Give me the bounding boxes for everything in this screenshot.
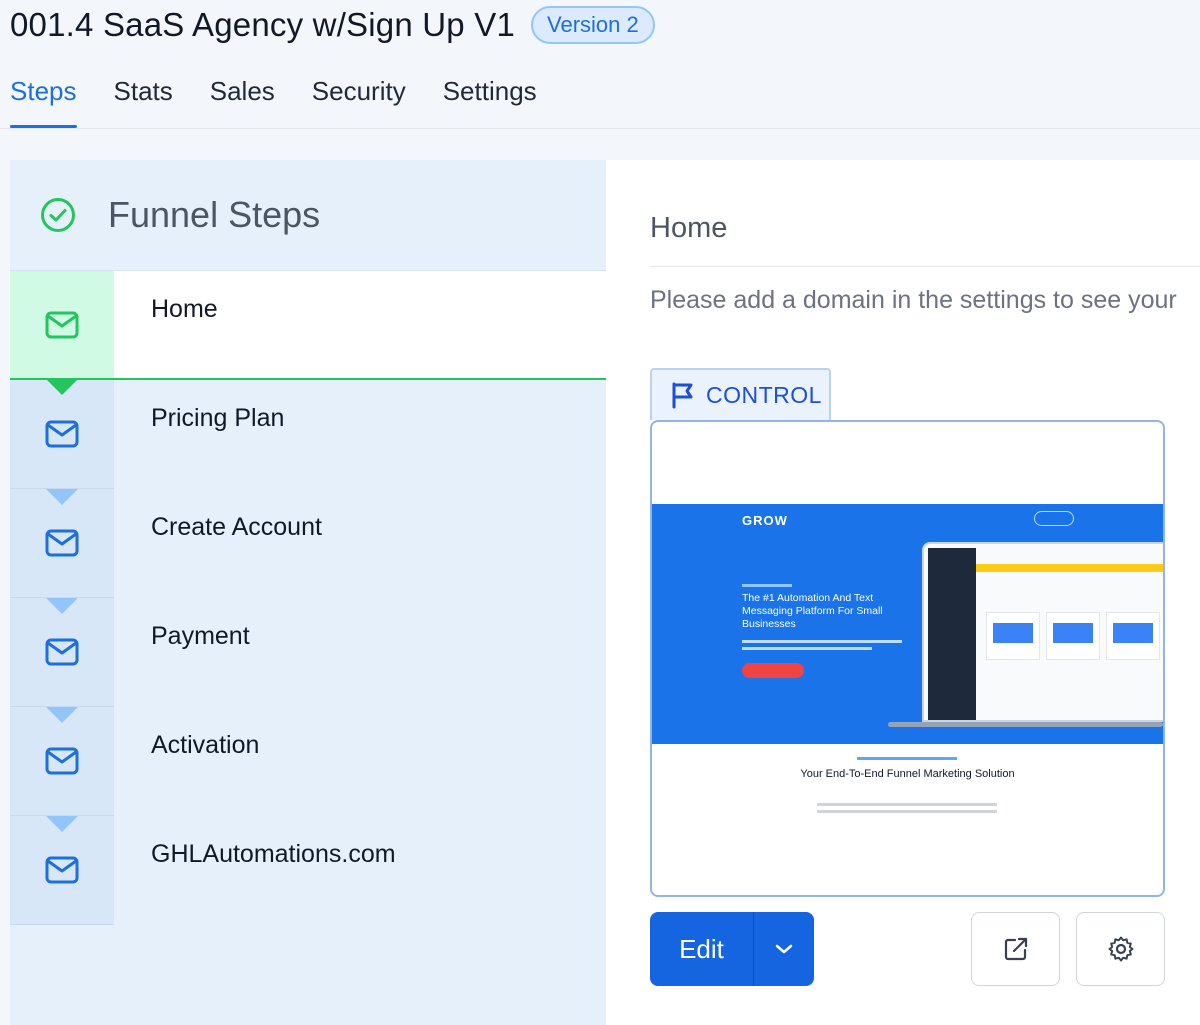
preview-section-title: Your End-To-End Funnel Marketing Solutio… — [800, 768, 1015, 780]
mail-icon — [45, 311, 79, 338]
step-icon-cell — [10, 707, 114, 816]
funnel-step-ghlautomations[interactable]: GHLAutomations.com — [10, 816, 606, 925]
edit-dropdown-toggle[interactable] — [754, 912, 814, 986]
check-circle-icon — [41, 198, 75, 232]
mail-icon — [45, 420, 79, 448]
preview-section-text — [817, 803, 997, 806]
header-divider — [0, 128, 1200, 129]
preview-subtext — [742, 647, 872, 650]
tab-bar: Steps Stats Sales Security Settings — [10, 70, 537, 128]
mail-icon — [45, 638, 79, 666]
preview-section-text — [817, 810, 997, 813]
funnel-step-payment[interactable]: Payment — [10, 598, 606, 707]
page-settings-button[interactable] — [1076, 912, 1165, 986]
active-step-arrow — [46, 379, 78, 395]
mail-icon — [45, 529, 79, 557]
tab-settings[interactable]: Settings — [443, 70, 537, 128]
funnel-step-create-account[interactable]: Create Account — [10, 489, 606, 598]
step-icon-cell — [10, 380, 114, 489]
page-title: 001.4 SaaS Agency w/Sign Up V1 — [10, 6, 515, 43]
funnel-steps-header: Funnel Steps — [10, 160, 606, 271]
step-label: Activation — [151, 731, 260, 759]
step-detail-title: Home — [650, 212, 728, 244]
domain-notice: Please add a domain in the settings to s… — [650, 286, 1177, 314]
funnel-step-home[interactable]: Home — [10, 271, 606, 395]
preview-section-eyebrow — [857, 757, 957, 760]
step-connector-arrow — [46, 489, 78, 505]
flag-icon — [672, 382, 693, 409]
preview-cta-button — [742, 663, 804, 678]
page-preview-thumbnail[interactable]: GROW The #1 Automation And Text Messagin… — [650, 420, 1165, 897]
preview-laptop-base — [888, 722, 1163, 727]
preview-laptop-banner — [976, 564, 1163, 572]
funnel-step-pricing-plan[interactable]: Pricing Plan — [10, 380, 606, 489]
funnel-steps-title: Funnel Steps — [108, 194, 321, 235]
preview-laptop-card — [1106, 612, 1160, 660]
preview-laptop-card — [986, 612, 1040, 660]
tab-security[interactable]: Security — [312, 70, 406, 128]
preview-hero: GROW The #1 Automation And Text Messagin… — [652, 504, 1163, 744]
mail-icon — [45, 856, 79, 884]
variant-label: CONTROL — [706, 381, 822, 408]
step-connector-arrow — [46, 598, 78, 614]
funnel-step-activation[interactable]: Activation — [10, 707, 606, 816]
step-label: Pricing Plan — [151, 404, 285, 432]
preview-eyebrow — [742, 584, 792, 587]
step-icon-cell — [10, 598, 114, 707]
step-connector-arrow — [46, 816, 78, 832]
preview-laptop-image — [922, 542, 1163, 722]
preview-subtext — [742, 640, 902, 643]
funnel-steps-panel: Funnel Steps Home Pricing Plan Create Ac… — [10, 160, 606, 1025]
external-link-icon — [1004, 937, 1027, 961]
step-connector-arrow — [46, 707, 78, 723]
page-header: 001.4 SaaS Agency w/Sign Up V1 Version 2… — [0, 0, 1200, 130]
tab-stats[interactable]: Stats — [114, 70, 173, 128]
tab-sales[interactable]: Sales — [210, 70, 275, 128]
edit-split-button: Edit — [650, 912, 814, 986]
variant-tab-control[interactable]: CONTROL — [650, 368, 831, 420]
step-label: GHLAutomations.com — [151, 840, 396, 868]
preview-laptop-sidebar — [928, 548, 976, 720]
step-detail-panel: Home Please add a domain in the settings… — [606, 160, 1200, 1025]
step-label: Home — [151, 295, 218, 323]
preview-header-button — [1034, 511, 1074, 526]
step-label: Payment — [151, 622, 250, 650]
edit-button[interactable]: Edit — [650, 912, 754, 986]
preview-headline: The #1 Automation And Text Messaging Pla… — [742, 592, 883, 630]
preview-laptop-card — [1046, 612, 1100, 660]
preview-logo: GROW — [742, 513, 788, 528]
chevron-down-icon — [775, 944, 793, 954]
title-row: 001.4 SaaS Agency w/Sign Up V1 Version 2 — [10, 2, 655, 48]
step-icon-cell — [10, 271, 114, 378]
gear-icon — [1108, 936, 1133, 962]
mail-icon — [45, 747, 79, 775]
tab-steps[interactable]: Steps — [10, 70, 77, 128]
step-icon-cell — [10, 816, 114, 925]
step-label: Create Account — [151, 513, 322, 541]
detail-divider — [650, 266, 1200, 267]
step-icon-cell — [10, 489, 114, 598]
version-badge[interactable]: Version 2 — [531, 6, 655, 44]
open-preview-button[interactable] — [971, 912, 1060, 986]
